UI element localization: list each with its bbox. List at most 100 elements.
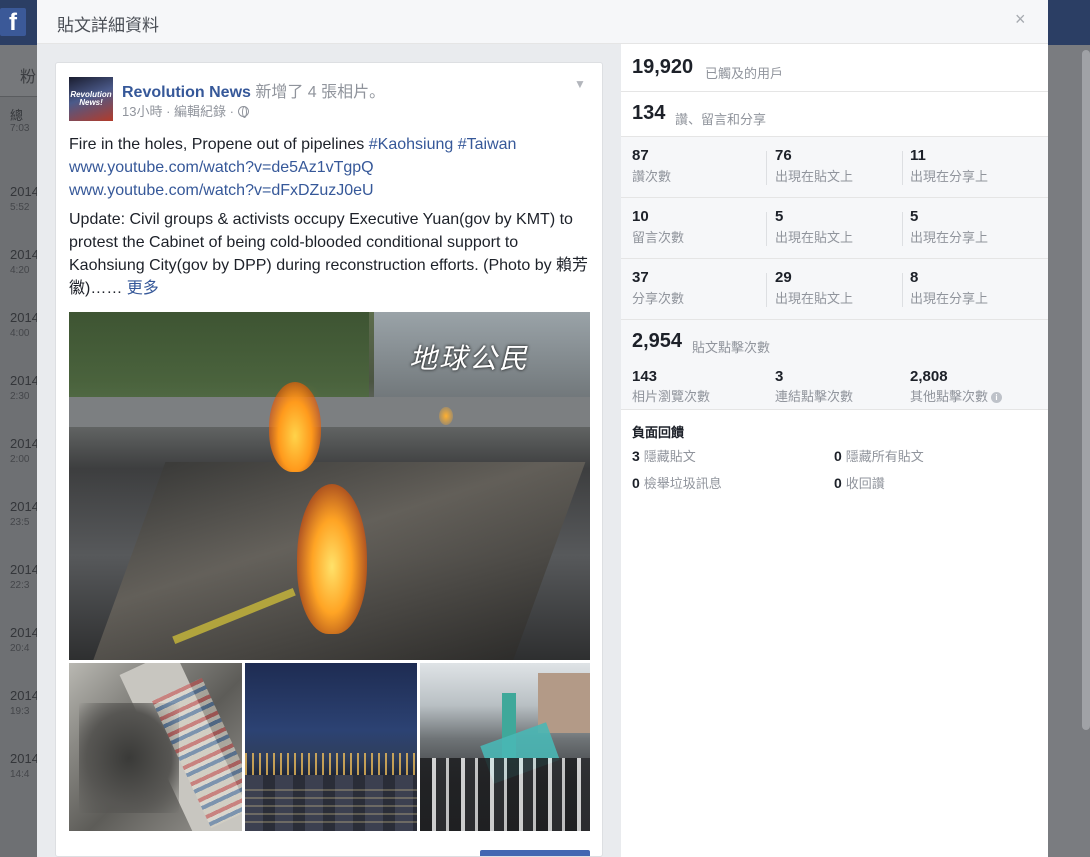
background-list-row: 2014 2:00 — [0, 428, 39, 491]
thumb-city-lights — [245, 753, 417, 775]
reach-value: 19,920 — [632, 56, 694, 78]
background-list-row: 2014 14:4 — [0, 743, 39, 806]
likes-total: 87 — [632, 147, 649, 164]
globe-icon — [237, 106, 249, 118]
comments-row: 10 留言次數 5 出現在貼文上 5 出現在分享上 — [621, 198, 1048, 259]
shares-on-post-label: 出現在貼文上 — [775, 291, 854, 306]
post-timestamp[interactable]: 13小時 · 編輯紀錄 · — [122, 104, 238, 119]
photo-trees — [69, 312, 369, 402]
background-row-date: 2014 — [10, 373, 39, 388]
photo-fire — [269, 382, 321, 472]
card-action-button[interactable] — [480, 850, 590, 856]
background-row-time: 22:3 — [10, 580, 30, 591]
hashtag-link[interactable]: #Taiwan — [458, 136, 517, 153]
post-clicks-section: 2,954 貼文點擊次數 143 相片瀏覽次數 3 連結點擊次數 2,808 其… — [621, 320, 1048, 410]
background-row-time: 7:03 — [10, 123, 30, 134]
post-header: Revolution News 新增了 4 張相片。 — [122, 78, 385, 102]
info-icon[interactable]: i — [991, 392, 1003, 403]
post-stats-panel: 19,920 已觸及的用戶 134 讚、留言和分享 87 讚次數 76 出現在貼… — [621, 44, 1048, 857]
link-clicks-value: 3 — [775, 368, 784, 385]
post-card: Revolution News! Revolution News 新增了 4 張… — [55, 62, 603, 857]
negative-feedback-title: 負面回饋 — [632, 425, 685, 440]
background-row-date: 2014 — [10, 184, 39, 199]
post-photo-thumb[interactable] — [245, 663, 417, 831]
other-clicks-value: 2,808 — [910, 368, 948, 385]
shares-total: 37 — [632, 269, 649, 286]
hide-post-stat: 3 隱藏貼文 — [632, 446, 696, 465]
column-divider — [766, 273, 767, 307]
other-clicks-label-wrap: 其他點擊次數 i — [910, 386, 1003, 405]
post-clicks-label: 貼文點擊次數 — [692, 340, 771, 355]
youtube-link[interactable]: www.youtube.com/watch?v=dFxDZuzJ0eU — [69, 182, 374, 199]
photo-fire — [439, 407, 453, 425]
photo-fire — [297, 484, 367, 634]
photo-watermark: 地球公民 — [409, 343, 530, 374]
page-name-link[interactable]: Revolution News — [122, 84, 251, 101]
background-list-row: 2014 23:5 — [0, 491, 39, 554]
post-paragraph: Update: Civil groups & activists occupy … — [69, 208, 594, 300]
post-message: Fire in the holes, Propene out of pipeli… — [69, 133, 594, 306]
report-spam-stat: 0 檢舉垃圾訊息 — [632, 473, 722, 492]
thumb-windows — [245, 783, 417, 823]
post-photo-thumb[interactable] — [420, 663, 590, 831]
background-list-row: 2014 20:4 — [0, 617, 39, 680]
column-divider — [766, 151, 767, 185]
youtube-link[interactable]: www.youtube.com/watch?v=de5Az1vTgpQ — [69, 159, 374, 176]
engagement-value: 134 — [632, 102, 666, 124]
hashtag-link[interactable]: #Kaohsiung — [369, 136, 454, 153]
shares-on-shares-label: 出現在分享上 — [910, 291, 989, 306]
chevron-down-icon[interactable]: ▼ — [574, 77, 586, 91]
page-scrollbar[interactable] — [1082, 50, 1090, 730]
background-list-row: 2014 4:20 — [0, 239, 39, 302]
column-divider — [902, 151, 903, 185]
other-clicks-label: 其他點擊次數 — [910, 389, 989, 404]
comments-on-shares: 5 — [910, 208, 919, 225]
background-row-time: 5:52 — [10, 202, 30, 213]
background-row-date: 總 — [10, 108, 24, 123]
engagement-label: 讚、留言和分享 — [675, 112, 767, 127]
background-row-date: 2014 — [10, 688, 39, 703]
column-divider — [902, 212, 903, 246]
comments-total-label: 留言次數 — [632, 230, 685, 245]
hide-post-value: 3 — [632, 448, 640, 464]
shares-total-label: 分享次數 — [632, 291, 685, 306]
photo-views-value: 143 — [632, 368, 658, 385]
dialog-header: 貼文詳細資料 × — [37, 0, 1048, 44]
background-list-row: 2014 4:00 — [0, 302, 39, 365]
comments-on-post-label: 出現在貼文上 — [775, 230, 854, 245]
comments-on-shares-label: 出現在分享上 — [910, 230, 989, 245]
link-clicks-label: 連結點擊次數 — [775, 389, 854, 404]
likes-on-shares: 11 — [910, 147, 926, 164]
post-photo-main[interactable]: 地球公民 — [69, 312, 590, 660]
post-photo-thumb[interactable] — [69, 663, 242, 831]
close-icon[interactable]: × — [1015, 9, 1026, 30]
post-details-dialog: 貼文詳細資料 × Revolution News! Revolution New… — [37, 0, 1048, 857]
page-avatar[interactable]: Revolution News! — [69, 77, 113, 121]
likes-row: 87 讚次數 76 出現在貼文上 11 出現在分享上 — [621, 137, 1048, 198]
background-list-row: 2014 19:3 — [0, 680, 39, 743]
reach-section: 19,920 已觸及的用戶 — [621, 44, 1048, 92]
background-row-date: 2014 — [10, 562, 39, 577]
unlike-stat: 0 收回讚 — [834, 473, 885, 492]
post-meta: 13小時 · 編輯紀錄 · — [122, 101, 249, 120]
background-row-date: 2014 — [10, 625, 39, 640]
post-clicks-value: 2,954 — [632, 330, 683, 352]
hide-all-posts-label: 隱藏所有貼文 — [845, 449, 924, 464]
shares-on-shares: 8 — [910, 269, 919, 286]
unlike-label: 收回讚 — [845, 476, 885, 491]
hide-post-label: 隱藏貼文 — [643, 449, 696, 464]
background-row-time: 23:5 — [10, 517, 30, 528]
post-paragraph: Fire in the holes, Propene out of pipeli… — [69, 133, 594, 202]
background-row-date: 2014 — [10, 751, 39, 766]
background-header-label: 粉 — [20, 69, 37, 86]
unlike-value: 0 — [834, 475, 842, 491]
comments-on-post: 5 — [775, 208, 784, 225]
hide-all-posts-stat: 0 隱藏所有貼文 — [834, 446, 924, 465]
background-row-date: 2014 — [10, 247, 39, 262]
post-line-text: Fire in the holes, Propene out of pipeli… — [69, 136, 369, 153]
likes-on-post: 76 — [775, 147, 792, 164]
see-more-link[interactable]: 更多 — [127, 280, 159, 297]
facebook-logo-icon: f — [0, 8, 26, 36]
likes-on-shares-label: 出現在分享上 — [910, 169, 989, 184]
background-list-header: 粉 — [0, 45, 37, 97]
